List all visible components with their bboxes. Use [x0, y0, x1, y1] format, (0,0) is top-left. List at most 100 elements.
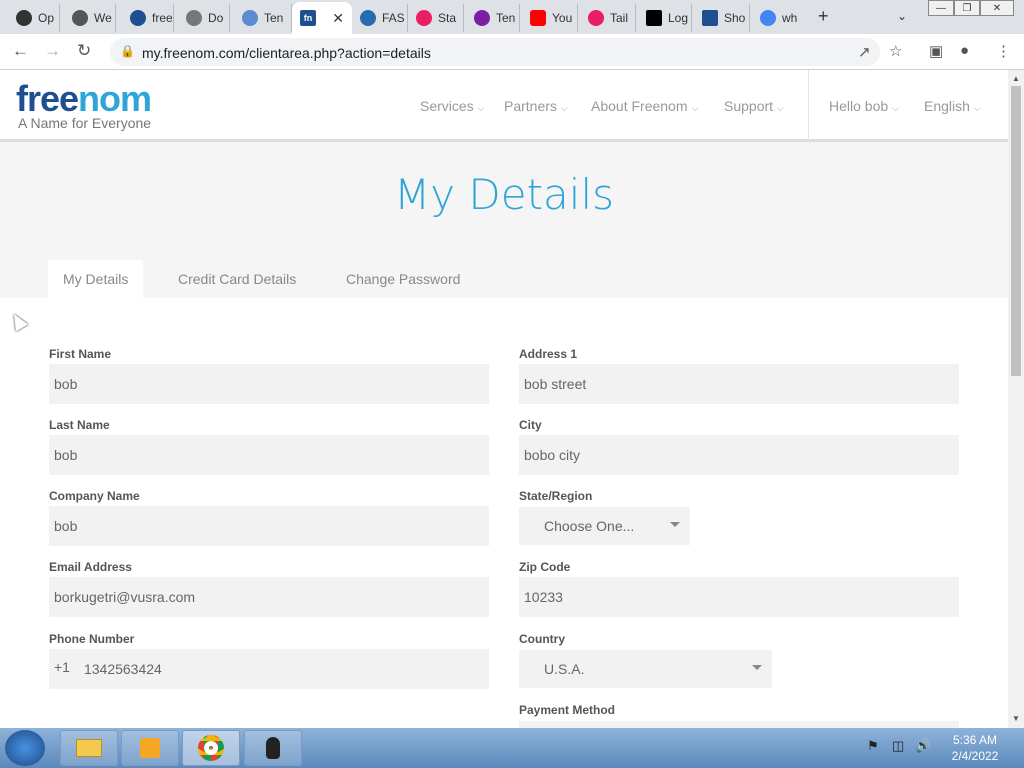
freenom-favicon-icon [702, 10, 718, 26]
clock-time: 5:36 AM [952, 733, 998, 747]
chevron-down-icon: ⌵ [777, 103, 784, 113]
system-clock[interactable]: 5:36 AM 2/4/2022 [940, 732, 1010, 764]
tab-my-details[interactable]: My Details [48, 260, 144, 298]
last-name-field[interactable]: bob [49, 435, 489, 475]
browser-tab[interactable]: free [122, 4, 174, 32]
email-label: Email Address [49, 560, 132, 574]
reload-icon[interactable]: ↻ [77, 41, 91, 61]
windows-start-icon[interactable] [5, 730, 45, 766]
country-label: Country [519, 632, 565, 646]
phone-field[interactable]: +1 1342563424 [49, 649, 489, 689]
tab-change-password[interactable]: Change Password [331, 260, 475, 298]
country-select[interactable]: U.S.A. [519, 650, 772, 688]
browser-tab[interactable]: FAS [352, 4, 408, 32]
browser-tab[interactable]: You [522, 4, 578, 32]
language-menu[interactable]: English ⌵ [924, 98, 981, 114]
first-name-label: First Name [49, 347, 112, 361]
side-panel-icon[interactable]: ▣ [929, 42, 943, 60]
nav-about[interactable]: About Freenom ⌵ [591, 98, 698, 114]
browser-tab[interactable]: wh [752, 4, 806, 32]
tab-favicon-icon [588, 10, 604, 26]
chevron-down-icon: ⌵ [560, 103, 568, 113]
nav-support[interactable]: Support ⌵ [724, 98, 784, 114]
browser-tab[interactable]: Sta [408, 4, 464, 32]
new-tab-button[interactable]: + [818, 6, 829, 27]
browser-tab[interactable]: Ten [234, 4, 292, 32]
state-label: State/Region [519, 489, 593, 503]
network-icon[interactable]: ◫ [892, 738, 904, 754]
phone-label: Phone Number [49, 632, 135, 646]
chevron-down-icon: ⌵ [973, 103, 981, 113]
url-text: my.freenom.com/clientarea.php?action=det… [142, 45, 431, 61]
media-player-icon[interactable] [121, 730, 179, 766]
flag-warning-icon[interactable]: ⚑ [867, 738, 879, 754]
restore-button[interactable]: ❐ [954, 0, 980, 16]
browser-tab[interactable]: Op [8, 4, 60, 32]
back-arrow-icon[interactable]: ← [12, 41, 29, 61]
nav-partners[interactable]: Partners ⌵ [504, 98, 568, 114]
close-tab-icon[interactable]: ✕ [332, 10, 344, 27]
profile-avatar-icon[interactable]: ● [960, 42, 969, 59]
zip-field[interactable]: 10233 [519, 577, 959, 617]
forward-arrow-icon[interactable]: → [44, 41, 61, 61]
lock-icon: 🔒 [120, 44, 135, 58]
payment-method-label: Payment Method [519, 703, 616, 717]
tab-favicon-icon [242, 10, 258, 26]
last-name-label: Last Name [49, 418, 110, 432]
tab-favicon-icon [130, 10, 146, 26]
first-name-field[interactable]: bob [49, 364, 489, 404]
browser-tab[interactable]: Log [638, 4, 692, 32]
user-menu[interactable]: Hello bob ⌵ [829, 98, 899, 114]
scroll-down-icon[interactable]: ▼ [1012, 714, 1020, 723]
nav-divider [808, 70, 809, 142]
state-select[interactable]: Choose One... [519, 507, 690, 545]
youtube-icon [530, 10, 546, 26]
share-icon[interactable]: ↗ [858, 43, 871, 61]
wix-icon [646, 10, 662, 26]
city-field[interactable]: bobo city [519, 435, 959, 475]
bookmark-star-icon[interactable]: ☆ [889, 42, 902, 60]
browser-tab[interactable]: Do [178, 4, 230, 32]
close-window-button[interactable]: ✕ [980, 0, 1014, 16]
page-content: freenom A Name for Everyone Services ⌵ Pa… [0, 70, 1008, 728]
freenom-favicon-icon: fn [300, 10, 316, 26]
browser-tab-active[interactable]: fn ✕ [292, 2, 352, 34]
browser-tab[interactable]: Ten [466, 4, 520, 32]
browser-tab[interactable]: Sho [694, 4, 750, 32]
tab-credit-card-details[interactable]: Credit Card Details [163, 260, 311, 298]
page-title: My Details [393, 170, 615, 219]
url-bar[interactable]: 🔒 my.freenom.com/clientarea.php?action=d… [110, 38, 880, 66]
page-scrollbar[interactable]: ▲ ▼ [1008, 70, 1024, 728]
tab-favicon-icon [474, 10, 490, 26]
details-form: First Name bob Last Name bob Company Nam… [0, 298, 1008, 728]
windows-taskbar: ⚑ ◫ 🔊 5:36 AM 2/4/2022 [0, 728, 1024, 768]
tab-favicon-icon [186, 10, 202, 26]
file-explorer-icon[interactable] [60, 730, 118, 766]
nav-services[interactable]: Services ⌵ [420, 98, 485, 114]
scroll-up-icon[interactable]: ▲ [1012, 74, 1020, 83]
browser-tab[interactable]: Tail [580, 4, 636, 32]
tab-favicon-icon [416, 10, 432, 26]
volume-icon[interactable]: 🔊 [915, 738, 931, 754]
penguin-app-icon[interactable] [244, 730, 302, 766]
chevron-down-icon: ⌵ [892, 103, 899, 113]
address1-field[interactable]: bob street [519, 364, 959, 404]
chrome-icon[interactable] [182, 730, 240, 766]
minimize-button[interactable]: — [928, 0, 954, 16]
company-name-field[interactable]: bob [49, 506, 489, 546]
freenom-logo[interactable]: freenom [16, 78, 152, 120]
tab-favicon-icon [16, 10, 32, 26]
phone-number-value: 1342563424 [83, 661, 162, 677]
browser-tab[interactable]: We [64, 4, 116, 32]
company-name-label: Company Name [49, 489, 140, 503]
payment-method-field[interactable] [519, 721, 959, 728]
site-tagline: A Name for Everyone [18, 115, 152, 131]
city-label: City [519, 418, 542, 432]
browser-tab-strip: Op We free Do Ten fn ✕ FAS Sta Ten You Ta… [0, 0, 1024, 34]
tab-search-chevron-icon[interactable]: ⌄ [897, 9, 907, 23]
address-toolbar: ← → ↻ 🔒 my.freenom.com/clientarea.php?ac… [0, 34, 1024, 70]
scroll-thumb[interactable] [1011, 86, 1021, 376]
browser-menu-icon[interactable]: ⋮ [996, 42, 1011, 60]
chevron-down-icon: ⌵ [477, 103, 485, 113]
email-field[interactable]: borkugetri@vusra.com [49, 577, 489, 617]
